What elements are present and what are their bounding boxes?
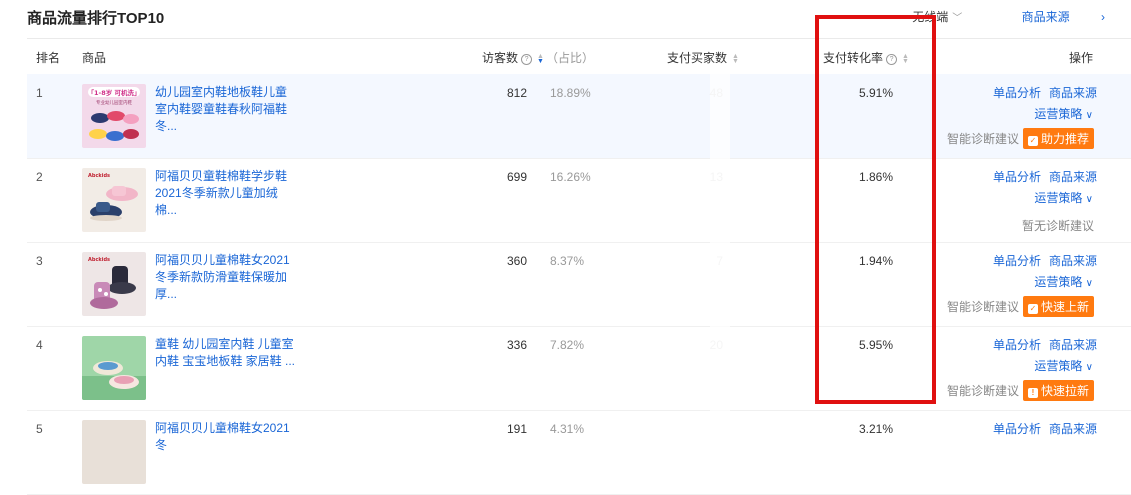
product-name-link[interactable]: 阿福贝贝儿童棉鞋女2021冬 (155, 420, 295, 454)
product-thumbnail[interactable] (82, 420, 146, 484)
visitors-value: 812 (506, 86, 527, 100)
product-source-row-link[interactable]: 商品来源 (1049, 422, 1097, 436)
action-label: 助力推荐 (1040, 132, 1089, 146)
blur-overlay (710, 74, 730, 427)
thumb-sub-text: 专业幼儿园室内鞋 (96, 99, 132, 106)
single-analysis-link[interactable]: 单品分析 (993, 170, 1041, 184)
product-thumbnail[interactable]: Abckids (82, 252, 146, 316)
strategy-dropdown[interactable]: 运营策略 ∨ (1034, 105, 1093, 122)
brand-logo-text: Abckids (88, 257, 110, 263)
chevron-down-icon: ∨ (1085, 362, 1093, 373)
share-value: 18.89% (550, 86, 591, 100)
product-name-link[interactable]: 幼儿园室内鞋地板鞋儿童室内鞋婴童鞋春秋阿福鞋冬... (155, 84, 295, 135)
brand-logo-text: Abckids (88, 173, 110, 179)
header-buyers[interactable]: 支付买家数 ▲ ▼ (667, 49, 740, 66)
chevron-right-icon: › (1101, 10, 1105, 24)
quick-launch-button[interactable]: ✓ 快速上新 (1022, 296, 1094, 317)
visitors-value: 336 (506, 338, 527, 352)
chevron-down-icon: ∨ (1085, 278, 1093, 289)
help-icon[interactable]: ? (521, 54, 533, 65)
product-source-row-link[interactable]: 商品来源 (1049, 86, 1097, 100)
product-source-row-link[interactable]: 商品来源 (1049, 254, 1097, 268)
visitors-value: 699 (506, 170, 527, 184)
conversion-column-highlight (815, 15, 936, 404)
action-label: 快速拉新 (1040, 384, 1089, 398)
strategy-label: 运营策略 (1034, 359, 1083, 373)
product-name-link[interactable]: 阿福贝贝童鞋棉鞋学步鞋2021冬季新款儿童加绒棉... (155, 168, 295, 219)
header-product: 商品 (82, 51, 107, 65)
visitors-value: 360 (506, 254, 527, 268)
share-value: 7.82% (550, 338, 585, 352)
sort-icon[interactable]: ▲ ▼ (732, 53, 740, 65)
product-thumbnail[interactable]: 「1-8岁 可机洗」 专业幼儿园室内鞋 (82, 84, 146, 148)
header-ops: 操作 (1068, 51, 1093, 65)
strategy-dropdown[interactable]: 运营策略 ∨ (1034, 357, 1093, 374)
page-title: 商品流量排行TOP10 (27, 10, 165, 27)
diagnosis-link[interactable]: 智能诊断建议 (947, 132, 1019, 146)
product-source-row-link[interactable]: 商品来源 (1049, 338, 1097, 352)
share-value: 4.31% (550, 422, 585, 436)
sort-icon[interactable]: ▲ ▼ (537, 53, 545, 65)
strategy-dropdown[interactable]: 运营策略 ∨ (1034, 273, 1093, 290)
diagnosis-link[interactable]: 智能诊断建议 (947, 384, 1019, 398)
single-analysis-link[interactable]: 单品分析 (993, 86, 1041, 100)
single-analysis-link[interactable]: 单品分析 (993, 254, 1041, 268)
chevron-down-icon: ﹀ (952, 13, 963, 24)
strategy-label: 运营策略 (1034, 275, 1083, 289)
rank: 4 (36, 338, 43, 352)
header-share: （占比） (546, 51, 595, 65)
table-header: 排名 商品 访客数? ▲ ▼ （占比） 支付买家数 ▲ ▼ 支付转化率? ▲ ▼ 操作 (27, 38, 1131, 74)
product-name-link[interactable]: 阿福贝贝儿童棉鞋女2021冬季新款防滑童鞋保暖加厚... (155, 252, 295, 303)
chevron-down-icon: ∨ (1085, 194, 1093, 205)
diagnosis-area: 智能诊断建议! 快速拉新 (947, 380, 1094, 401)
shield-icon: ✓ (1027, 304, 1038, 314)
rank: 1 (36, 86, 43, 100)
ops-links: 单品分析 商品来源 (985, 168, 1097, 185)
action-label: 快速上新 (1040, 300, 1089, 314)
product-thumbnail[interactable] (82, 336, 146, 400)
rank: 3 (36, 254, 43, 268)
product-source-link[interactable]: 商品来源 › (994, 10, 1105, 24)
product-source-label: 商品来源 (1021, 10, 1070, 24)
table-row: 1 「1-8岁 可机洗」 专业幼儿园室内鞋 幼儿园室内鞋地板鞋儿童室内鞋婴童鞋春… (27, 74, 1131, 159)
share-value: 16.26% (550, 170, 591, 184)
shield-icon: ✓ (1027, 136, 1038, 146)
product-thumbnail[interactable]: Abckids (82, 168, 146, 232)
share-value: 8.37% (550, 254, 585, 268)
table-row: 2 Abckids 阿福贝贝童鞋棉鞋学步鞋2021冬季新款儿童加绒棉... 69… (27, 158, 1131, 243)
header-rank: 排名 (36, 51, 61, 65)
diagnosis-area: 智能诊断建议 ✓ 助力推荐 (947, 128, 1094, 149)
single-analysis-link[interactable]: 单品分析 (993, 422, 1041, 436)
conversion-value: 3.21% (858, 422, 893, 436)
rank: 5 (36, 422, 43, 436)
diagnosis-area: 智能诊断建议 ✓ 快速上新 (947, 296, 1094, 317)
no-diagnosis-text: 暂无诊断建议 (1021, 219, 1094, 233)
single-analysis-link[interactable]: 单品分析 (993, 338, 1041, 352)
shield-icon: ! (1027, 388, 1038, 398)
strategy-label: 运营策略 (1034, 107, 1083, 121)
ops-links: 单品分析 商品来源 (985, 420, 1097, 437)
quick-acquire-button[interactable]: ! 快速拉新 (1022, 380, 1094, 401)
table-row: 3 Abckids 阿福贝贝儿童棉鞋女2021冬季新款防滑童鞋保暖加厚... 3… (27, 242, 1131, 327)
boost-recommend-button[interactable]: ✓ 助力推荐 (1022, 128, 1094, 149)
strategy-label: 运营策略 (1034, 191, 1083, 205)
strategy-dropdown[interactable]: 运营策略 ∨ (1034, 189, 1093, 206)
thumb-promo-text: 「1-8岁 可机洗」 (87, 88, 140, 97)
ops-links: 单品分析 商品来源 (985, 84, 1097, 101)
rank: 2 (36, 170, 43, 184)
header-buyers-label: 支付买家数 (667, 51, 728, 65)
product-source-row-link[interactable]: 商品来源 (1049, 170, 1097, 184)
product-name-link[interactable]: 童鞋 幼儿园室内鞋 儿童室内鞋 宝宝地板鞋 家居鞋 ... (155, 336, 295, 370)
visitors-value: 191 (506, 422, 527, 436)
diagnosis-link[interactable]: 智能诊断建议 (947, 300, 1019, 314)
table-row: 5 阿福贝贝儿童棉鞋女2021冬 191 4.31% 3.21% 单品分析 商品来… (27, 410, 1131, 495)
ops-links: 单品分析 商品来源 (985, 252, 1097, 269)
header-visitors-label: 访客数 (482, 51, 519, 65)
chevron-down-icon: ∨ (1085, 110, 1093, 121)
table-row: 4 童鞋 幼儿园室内鞋 儿童室内鞋 宝宝地板鞋 家居鞋 ... 336 7.82… (27, 326, 1131, 411)
header-visitors[interactable]: 访客数? ▲ ▼ (482, 49, 545, 66)
ops-links: 单品分析 商品来源 (985, 336, 1097, 353)
